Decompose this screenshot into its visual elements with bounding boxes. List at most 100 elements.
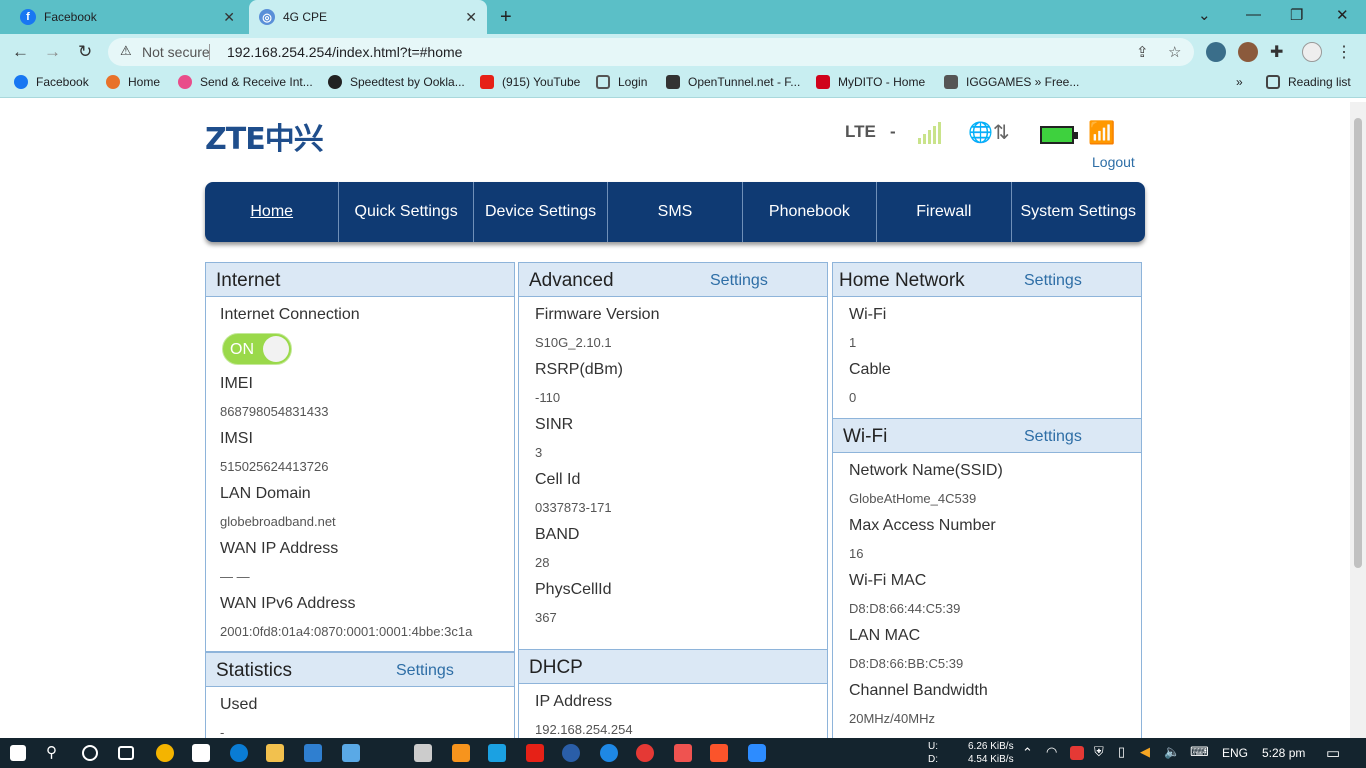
extension-icon[interactable]: [1206, 42, 1226, 62]
cookie-extension-icon[interactable]: [1238, 42, 1258, 62]
bookmark-mydito[interactable]: MyDITO - Home: [816, 75, 925, 89]
youtube-app-icon[interactable]: [526, 744, 544, 762]
profile-avatar[interactable]: [1302, 42, 1322, 62]
search-icon[interactable]: ⚲: [46, 743, 64, 761]
keyboard-app-icon[interactable]: [342, 744, 360, 762]
dhcp-ip-value: 192.168.254.254: [535, 722, 633, 737]
scrollbar-thumb[interactable]: [1354, 118, 1362, 568]
close-tab-icon[interactable]: ✕: [465, 9, 477, 26]
nav-device-settings[interactable]: Device Settings: [474, 182, 609, 242]
bookmark-igggames[interactable]: IGGGAMES » Free...: [944, 75, 1079, 89]
file-explorer-icon[interactable]: [266, 744, 284, 762]
network-separator: -: [890, 122, 896, 141]
language-indicator[interactable]: ENG: [1222, 746, 1248, 760]
nav-phonebook[interactable]: Phonebook: [743, 182, 878, 242]
address-bar[interactable]: ⚠ Not secure 192.168.254.254/index.html?…: [108, 38, 1194, 66]
app-icon-6[interactable]: [636, 744, 654, 762]
bookmark-send-receive[interactable]: Send & Receive Int...: [178, 75, 313, 89]
close-window-button[interactable]: ✕: [1336, 6, 1349, 24]
reading-list-label: Reading list: [1288, 75, 1351, 89]
chevron-up-icon[interactable]: ⌃: [1022, 745, 1033, 761]
statistics-settings-link[interactable]: Settings: [396, 662, 454, 680]
toggle-knob[interactable]: [263, 336, 289, 362]
notifications-icon[interactable]: ▭: [1326, 744, 1340, 762]
wan-ipv6-value: 2001:0fd8:01a4:0870:0001:0001:4bbe:3c1a: [220, 624, 473, 639]
app-icon-5[interactable]: [600, 744, 618, 762]
clock[interactable]: 5:28 pm: [1262, 746, 1305, 760]
nav-system-settings[interactable]: System Settings: [1012, 182, 1145, 242]
chrome-icon[interactable]: [156, 744, 174, 762]
star-icon[interactable]: ☆: [1168, 43, 1181, 61]
bookmark-home[interactable]: Home: [106, 75, 160, 89]
connection-label: Internet Connection: [220, 306, 360, 323]
menu-dots-icon[interactable]: ⋮: [1336, 42, 1356, 62]
reload-button[interactable]: ↻: [78, 42, 92, 62]
tray-app-icon-2[interactable]: ◀: [1140, 744, 1150, 760]
internet-connection-toggle[interactable]: ON: [222, 333, 292, 365]
bookmarks-overflow-icon[interactable]: »: [1236, 75, 1243, 89]
zoom-icon[interactable]: [748, 744, 766, 762]
warning-icon[interactable]: ⚠: [120, 43, 132, 59]
new-tab-button[interactable]: +: [500, 6, 512, 29]
bookmark-login[interactable]: Login: [596, 75, 647, 89]
signal-strength-icon: [918, 120, 944, 144]
windows-start-icon[interactable]: [10, 745, 26, 761]
edge-icon[interactable]: [230, 744, 248, 762]
volume-icon[interactable]: 🔈: [1164, 744, 1180, 760]
nav-quick-settings[interactable]: Quick Settings: [339, 182, 474, 242]
puzzle-extensions-icon[interactable]: ✚: [1270, 42, 1290, 62]
panel-title: Advanced: [529, 270, 614, 291]
back-button[interactable]: ←: [12, 42, 29, 62]
band-label: BAND: [535, 526, 580, 543]
reading-list-button[interactable]: Reading list: [1266, 75, 1351, 89]
close-tab-icon[interactable]: ✕: [223, 9, 235, 26]
share-icon[interactable]: ⇪: [1136, 43, 1149, 61]
app-icon-3[interactable]: [488, 744, 506, 762]
tab-facebook[interactable]: f Facebook ✕: [8, 0, 245, 34]
panel-title: DHCP: [529, 657, 583, 678]
security-label[interactable]: Not secure: [142, 44, 210, 60]
cortana-icon[interactable]: [82, 745, 98, 761]
tab-search-icon[interactable]: ⌄: [1198, 6, 1211, 24]
task-view-icon[interactable]: [118, 746, 134, 760]
advanced-settings-link[interactable]: Settings: [710, 272, 768, 290]
home-network-settings-link[interactable]: Settings: [1024, 272, 1082, 290]
panel-header: Statistics Settings: [206, 653, 514, 687]
tab-title: 4G CPE: [283, 10, 328, 24]
minimize-button[interactable]: —: [1246, 6, 1261, 23]
app-icon-2[interactable]: [452, 744, 470, 762]
bookmark-opentunnel[interactable]: OpenTunnel.net - F...: [666, 75, 800, 89]
restore-button[interactable]: ❐: [1290, 6, 1303, 24]
bookmark-youtube[interactable]: (915) YouTube: [480, 75, 580, 89]
calculator-icon[interactable]: [192, 744, 210, 762]
wifi-tray-icon[interactable]: ◠: [1046, 744, 1057, 760]
tray-device-icon[interactable]: ▯: [1118, 744, 1125, 760]
url-text[interactable]: 192.168.254.254/index.html?t=#home: [227, 44, 462, 60]
mail-icon[interactable]: [304, 744, 322, 762]
nav-home[interactable]: Home: [205, 182, 340, 242]
keyboard-tray-icon[interactable]: ⌨: [1190, 744, 1209, 760]
tab-4g-cpe[interactable]: ◎ 4G CPE ✕: [249, 0, 487, 34]
cable-count-label: Cable: [849, 361, 891, 378]
bookmark-facebook[interactable]: Facebook: [14, 75, 89, 89]
wifi-settings-link[interactable]: Settings: [1024, 428, 1082, 446]
bookmark-speedtest[interactable]: Speedtest by Ookla...: [328, 75, 465, 89]
logout-link[interactable]: Logout: [1092, 154, 1135, 170]
app-icon[interactable]: [414, 744, 432, 762]
nav-sms[interactable]: SMS: [608, 182, 743, 242]
nav-firewall[interactable]: Firewall: [877, 182, 1012, 242]
forward-button[interactable]: →: [44, 42, 61, 62]
bookmark-label: (915) YouTube: [502, 75, 581, 89]
bookmark-label: IGGGAMES » Free...: [966, 75, 1080, 89]
reading-list-icon: [1266, 75, 1280, 89]
app-icon-4[interactable]: [562, 744, 580, 762]
tray-app-icon[interactable]: [1070, 746, 1084, 760]
brave-icon[interactable]: [710, 744, 728, 762]
app-icon-7[interactable]: [674, 744, 692, 762]
lan-domain-label: LAN Domain: [220, 485, 311, 502]
physcellid-label: PhysCellId: [535, 581, 612, 598]
home-network-panel: Home Network Settings Wi-Fi 1 Cable 0: [832, 262, 1142, 419]
shield-icon[interactable]: ⛨: [1094, 744, 1104, 760]
page-scrollbar[interactable]: [1350, 102, 1366, 738]
rsrp-label: RSRP(dBm): [535, 361, 624, 378]
